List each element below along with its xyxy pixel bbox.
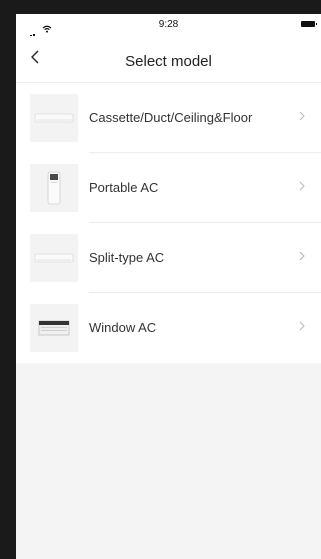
cassette-ac-icon <box>30 94 78 142</box>
chevron-right-icon <box>299 111 305 121</box>
model-item-label: Window AC <box>89 320 157 335</box>
model-item-window[interactable]: Window AC <box>16 293 321 363</box>
model-list: Cassette/Duct/Ceiling&Floor Portable AC <box>16 83 321 363</box>
page-header: Select model <box>16 36 321 83</box>
battery-icon <box>301 21 317 27</box>
device-frame: 9:28 Select model Cassette/Duct/Ceiling& <box>0 0 321 559</box>
model-item-cassette[interactable]: Cassette/Duct/Ceiling&Floor <box>16 83 321 153</box>
chevron-right-icon <box>299 251 305 261</box>
model-item-label: Portable AC <box>89 180 159 195</box>
model-item-portable[interactable]: Portable AC <box>16 153 321 223</box>
chevron-right-icon <box>299 321 305 331</box>
model-item-split[interactable]: Split-type AC <box>16 223 321 293</box>
app-screen: 9:28 Select model Cassette/Duct/Ceiling& <box>16 14 321 559</box>
model-item-label: Split-type AC <box>89 250 165 265</box>
status-bar: 9:28 <box>16 14 321 40</box>
window-ac-icon <box>30 304 78 352</box>
portable-ac-icon <box>30 164 78 212</box>
chevron-right-icon <box>299 181 305 191</box>
split-ac-icon <box>30 234 78 282</box>
status-time: 9:28 <box>158 19 179 30</box>
page-title: Select model <box>125 53 212 70</box>
model-item-label: Cassette/Duct/Ceiling&Floor <box>89 110 253 125</box>
